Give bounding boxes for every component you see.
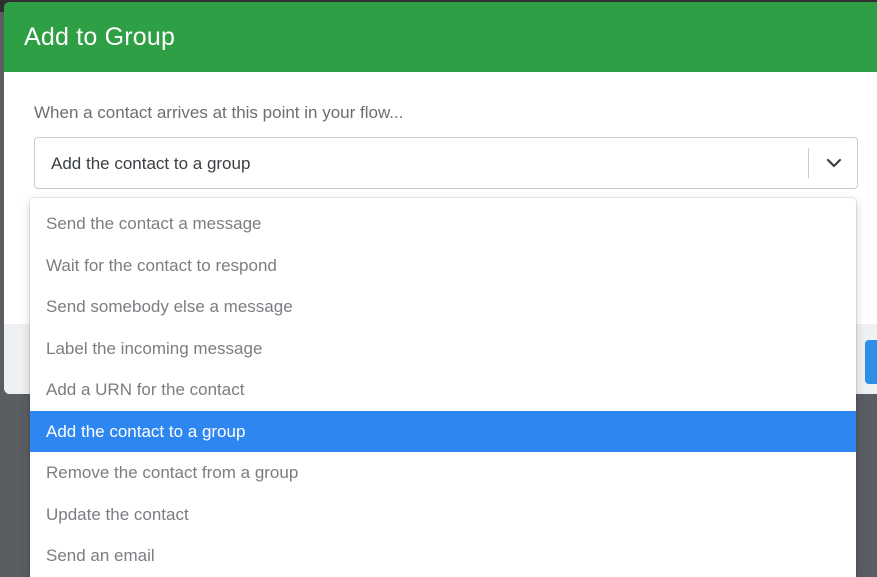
dialog-title: Add to Group [24,23,176,51]
action-select[interactable]: Add the contact to a group [34,137,858,189]
dropdown-option[interactable]: Add the contact to a group [30,410,856,452]
action-options-list: Send the contact a message Wait for the c… [30,198,856,577]
select-separator [808,148,809,178]
footer-primary-button[interactable] [865,340,877,384]
action-dropdown-menu: Send the contact a message Wait for the c… [30,198,856,577]
dropdown-option[interactable]: Send the contact a message [30,203,856,245]
dropdown-option[interactable]: Send somebody else a message [30,286,856,328]
chevron-down-icon[interactable] [822,151,846,175]
dropdown-option[interactable]: Label the incoming message [30,328,856,370]
action-select-value: Add the contact to a group [51,154,251,173]
dropdown-option[interactable]: Add a URN for the contact [30,369,856,411]
action-prompt-label: When a contact arrives at this point in … [34,103,404,122]
dropdown-option[interactable]: Update the contact [30,494,856,536]
dropdown-option[interactable]: Send an email [30,535,856,577]
dialog-header: Add to Group [4,2,877,72]
dropdown-option[interactable]: Wait for the contact to respond [30,245,856,287]
dropdown-option[interactable]: Remove the contact from a group [30,452,856,494]
